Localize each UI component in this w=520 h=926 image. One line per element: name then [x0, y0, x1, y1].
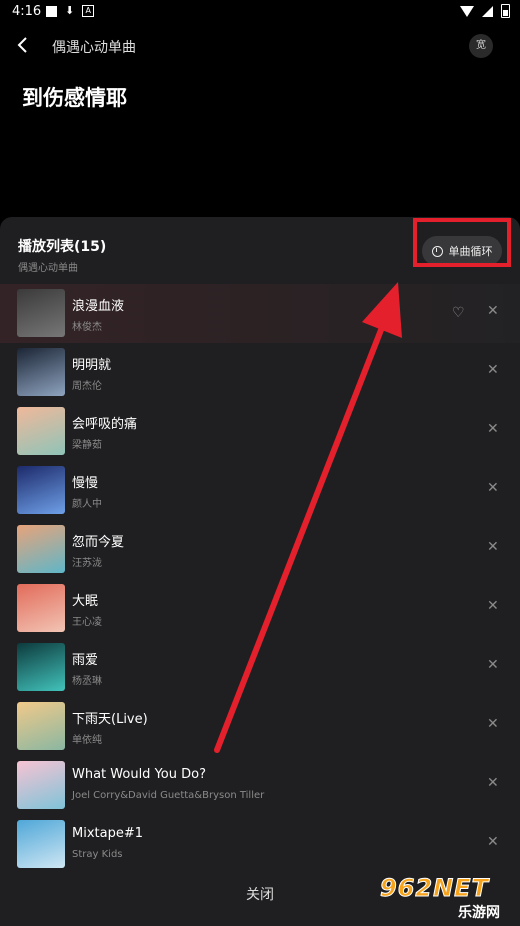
list-item[interactable]: 大眠 王心凌 ✕ — [0, 579, 520, 638]
playlist-sheet: 播放列表(15) 偶遇心动单曲 单曲循环 浪漫血液 林俊杰 ♡ ✕ 明明就 周杰… — [0, 217, 520, 926]
song-artist: Joel Corry&David Guetta&Bryson Tiller — [72, 790, 265, 801]
playlist-list: 浪漫血液 林俊杰 ♡ ✕ 明明就 周杰伦 ✕ 会呼吸的痛 梁静茹 ✕ 慢慢 颜人… — [0, 284, 520, 874]
remove-icon[interactable]: ✕ — [487, 421, 499, 437]
list-item[interactable]: What Would You Do? Joel Corry&David Guet… — [0, 756, 520, 815]
song-artist: 梁静茹 — [72, 440, 102, 451]
wifi-icon — [460, 5, 474, 17]
song-title: 明明就 — [72, 358, 112, 373]
status-notifications: ⬇ A — [46, 4, 95, 17]
song-title: Mixtape#1 — [72, 826, 143, 841]
album-cover — [17, 466, 65, 514]
playlist-subtitle: 偶遇心动单曲 — [18, 263, 78, 274]
remove-icon[interactable]: ✕ — [487, 303, 499, 319]
remove-icon[interactable]: ✕ — [487, 716, 499, 732]
list-item[interactable]: 雨爱 杨丞琳 ✕ — [0, 638, 520, 697]
list-item[interactable]: 会呼吸的痛 梁静茹 ✕ — [0, 402, 520, 461]
playlist-title: 播放列表(15) — [18, 239, 107, 255]
list-item[interactable]: 浪漫血液 林俊杰 ♡ ✕ — [0, 284, 520, 343]
list-item[interactable]: 下雨天(Live) 单依纯 ✕ — [0, 697, 520, 756]
album-cover — [17, 820, 65, 868]
list-item[interactable]: 明明就 周杰伦 ✕ — [0, 343, 520, 402]
heart-icon[interactable]: ♡ — [452, 305, 465, 321]
remove-icon[interactable]: ✕ — [487, 539, 499, 555]
remove-icon[interactable]: ✕ — [487, 480, 499, 496]
remove-icon[interactable]: ✕ — [487, 657, 499, 673]
album-cover — [17, 525, 65, 573]
song-title: 会呼吸的痛 — [72, 417, 138, 432]
album-cover — [17, 761, 65, 809]
song-title: What Would You Do? — [72, 767, 206, 782]
now-playing-title: 到伤感情耶 — [22, 86, 127, 110]
remove-icon[interactable]: ✕ — [487, 598, 499, 614]
highlight-box — [413, 218, 511, 267]
site-watermark: 962NET 乐游网 — [380, 874, 516, 924]
album-cover — [17, 407, 65, 455]
song-title: 忽而今夏 — [72, 535, 125, 550]
song-artist: Stray Kids — [72, 849, 123, 860]
download-icon: ⬇ — [65, 4, 75, 17]
song-artist: 周杰伦 — [72, 381, 102, 392]
album-cover — [17, 643, 65, 691]
album-cover — [17, 289, 65, 337]
song-title: 浪漫血液 — [72, 299, 125, 314]
album-cover — [17, 702, 65, 750]
song-artist: 汪苏泷 — [72, 558, 102, 569]
remove-icon[interactable]: ✕ — [487, 775, 499, 791]
status-bar: 4:16 ⬇ A — [0, 0, 520, 24]
remove-icon[interactable]: ✕ — [487, 834, 499, 850]
status-time: 4:16 — [12, 4, 42, 19]
watermark-logo: 962NET — [380, 874, 489, 903]
list-item[interactable]: 慢慢 颜人中 ✕ — [0, 461, 520, 520]
album-cover — [17, 348, 65, 396]
song-title: 下雨天(Live) — [72, 712, 148, 727]
top-bar: 偶遇心动单曲 — [0, 28, 520, 64]
remove-icon[interactable]: ✕ — [487, 362, 499, 378]
close-label: 关闭 — [246, 887, 274, 903]
status-system-icons — [460, 4, 510, 18]
song-artist: 林俊杰 — [72, 322, 102, 333]
song-artist: 杨丞琳 — [72, 676, 102, 687]
notification-square-icon — [46, 5, 57, 17]
album-cover — [17, 584, 65, 632]
watermark-subtext: 乐游网 — [458, 905, 500, 921]
song-artist: 单依纯 — [72, 735, 102, 746]
lossless-quality-icon[interactable]: 宽 — [469, 34, 493, 58]
page-title: 偶遇心动单曲 — [52, 40, 136, 56]
back-arrow-icon[interactable] — [14, 36, 32, 54]
signal-icon — [482, 5, 493, 17]
battery-icon — [501, 4, 510, 18]
list-item[interactable]: 忽而今夏 汪苏泷 ✕ — [0, 520, 520, 579]
song-artist: 颜人中 — [72, 499, 102, 510]
song-title: 大眠 — [72, 594, 99, 609]
text-a-icon: A — [82, 5, 95, 17]
song-title: 慢慢 — [72, 476, 99, 491]
song-title: 雨爱 — [72, 653, 99, 668]
song-artist: 王心凌 — [72, 617, 102, 628]
